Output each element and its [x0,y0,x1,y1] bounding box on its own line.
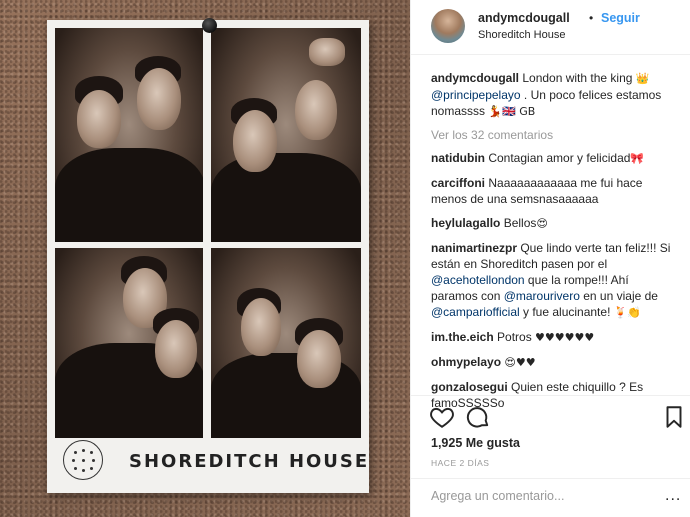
avatar[interactable] [431,9,465,43]
comment-mention[interactable]: @acehotellondon [431,273,525,287]
photo-frame-4 [211,248,361,438]
list-item: nanimartinezpr Que lindo verte tan feliz… [431,240,676,321]
comment-username[interactable]: nanimartinezpr [431,241,517,255]
comment-icon[interactable] [465,404,491,430]
post-side-panel: andymcdougall • Seguir Shoreditch House … [410,0,690,517]
photo-frame-2 [211,28,361,242]
caption-emoji: 👑 [635,72,650,85]
comment-emoji: 😍♥♥ [504,356,536,369]
strip-title: SHOREDITCH HOUSE [129,451,370,472]
push-pin-icon [202,18,217,33]
comment-emoji: 😍 [536,217,548,230]
caption-mention[interactable]: @principepelayo [431,88,521,102]
more-options-icon[interactable]: ... [665,487,681,505]
follow-button[interactable]: Seguir [601,11,640,25]
comment-text: Bellos [500,216,537,230]
comment-emoji: 🎀 [630,152,645,165]
comment-emoji: 🍹👏 [613,306,642,319]
comment-username[interactable]: natidubin [431,151,485,165]
comment-username[interactable]: heylulagallo [431,216,500,230]
list-item: natidubin Contagian amor y felicidad🎀 [431,150,676,167]
comment-mention[interactable]: @marourivero [504,289,580,303]
header-username[interactable]: andymcdougall [478,11,570,25]
caption-username[interactable]: andymcdougall [431,71,519,85]
comment-username[interactable]: gonzalosegui [431,380,508,394]
location-link[interactable]: Shoreditch House [478,29,565,41]
list-item: heylulagallo Bellos😍 [431,215,676,232]
heart-icon[interactable] [429,404,455,430]
strip-divider [205,34,211,442]
comment-text: Potros [493,330,536,344]
shoreditch-logo-icon [63,440,103,480]
comments-list: andymcdougall London with the king 👑 @pr… [431,70,676,419]
comment-text: Contagian amor y felicidad [485,151,631,165]
comment-username[interactable]: im.the.eich [431,330,494,344]
header-separator: • [589,11,594,25]
list-item: ohmypelayo 😍♥♥ [431,354,676,371]
post-photo[interactable]: SHOREDITCH HOUSE [0,0,410,517]
photo-frame-3 [55,248,203,438]
post-timestamp[interactable]: HACE 2 DÍAS [431,458,489,468]
comment-mention[interactable]: @campariofficial [431,305,520,319]
caption-text: London with the king [519,71,636,85]
comment-text: y fue alucinante! [519,305,614,319]
list-item: im.the.eich Potros ♥♥♥♥♥♥ [431,329,676,346]
caption-emoji-tail: 💃🇬🇧 GB [488,105,536,118]
comment-username[interactable]: ohmypelayo [431,355,501,369]
view-all-comments-link[interactable]: Ver los 32 comentarios [431,128,676,142]
bookmark-icon[interactable] [661,404,687,430]
photo-frame-1 [55,28,203,242]
likes-count[interactable]: 1,925 Me gusta [431,436,520,450]
comment-text: en un viaje de [579,289,658,303]
list-item: carciffoni Naaaaaaaaaaaa me fui hace men… [431,175,676,207]
photo-booth-strip: SHOREDITCH HOUSE [47,20,369,493]
post-actions: 1,925 Me gusta HACE 2 DÍAS ... [411,395,690,517]
comment-username[interactable]: carciffoni [431,176,485,190]
post-header: andymcdougall • Seguir Shoreditch House [411,0,690,55]
comment-emoji: ♥♥♥♥♥♥ [535,331,595,344]
caption: andymcdougall London with the king 👑 @pr… [431,70,676,120]
comment-input[interactable] [431,489,651,503]
add-comment-row: ... [411,478,690,517]
